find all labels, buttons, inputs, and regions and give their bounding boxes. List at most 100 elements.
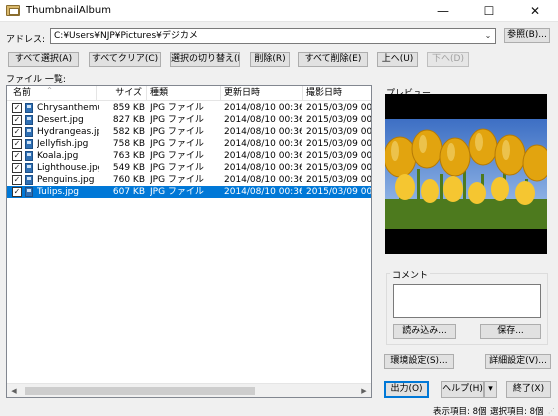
environment-settings-button[interactable]: 環境設定(S)... [384, 354, 454, 369]
row-checkbox[interactable]: ✓ [12, 127, 22, 137]
preview-image [385, 119, 547, 229]
scroll-left-icon[interactable]: ◀ [7, 384, 21, 397]
close-button[interactable]: ✕ [512, 0, 558, 22]
cell-taken: 2015/03/09 00:00:0 [306, 175, 372, 185]
select-all-button[interactable]: すべて選択(A) [8, 52, 79, 67]
address-combobox[interactable]: C:¥Users¥NJP¥Pictures¥デジカメ ⌄ [50, 28, 496, 44]
load-comment-button[interactable]: 読み込み... [393, 324, 456, 339]
cell-type: JPG ファイル [150, 115, 204, 125]
cell-name: Jellyfish.jpg [37, 139, 89, 149]
comment-textarea[interactable] [393, 284, 541, 318]
row-checkbox[interactable]: ✓ [12, 151, 22, 161]
image-file-icon [25, 115, 33, 125]
cell-type: JPG ファイル [150, 151, 204, 161]
cell-type: JPG ファイル [150, 163, 204, 173]
cell-taken: 2015/03/09 00:00:0 [306, 163, 372, 173]
image-file-icon [25, 187, 33, 197]
cell-type: JPG ファイル [150, 139, 204, 149]
cell-size: 763 KB [112, 151, 145, 161]
cell-size: 758 KB [112, 139, 145, 149]
toggle-selection-button[interactable]: 選択の切り替え(I) [170, 52, 240, 67]
cell-taken: 2015/03/09 00:00:0 [306, 139, 372, 149]
cell-type: JPG ファイル [150, 187, 204, 197]
file-list[interactable]: ^ 名前 サイズ 種類 更新日時 撮影日時 ✓ Chrysanthemu... 85… [6, 85, 372, 398]
table-row[interactable]: ✓ Penguins.jpg 760 KB JPG ファイル 2014/08/10 00… [7, 174, 371, 186]
image-file-icon [25, 103, 33, 113]
display-count: 表示項目: 8個 [433, 407, 487, 416]
row-checkbox[interactable]: ✓ [12, 175, 22, 185]
delete-all-button[interactable]: すべて削除(E) [298, 52, 368, 67]
image-file-icon [25, 175, 33, 185]
cell-modified: 2014/08/10 00:36:09 [224, 175, 302, 185]
preview-pane [385, 94, 547, 254]
cell-size: 549 KB [112, 163, 145, 173]
row-checkbox[interactable]: ✓ [12, 139, 22, 149]
horizontal-scrollbar[interactable]: ◀ ▶ [7, 383, 371, 397]
cell-size: 607 KB [112, 187, 145, 197]
column-header-size[interactable]: サイズ [97, 86, 147, 101]
cell-size: 859 KB [112, 103, 145, 113]
browse-button[interactable]: 参照(B)... [504, 28, 550, 43]
minimize-button[interactable]: — [420, 0, 466, 22]
cell-size: 760 KB [112, 175, 145, 185]
table-row[interactable]: ✓ Lighthouse.jpg 549 KB JPG ファイル 2014/08/10 … [7, 162, 371, 174]
cell-taken: 2015/03/09 00:00:0 [306, 151, 372, 161]
cell-type: JPG ファイル [150, 127, 204, 137]
sort-up-icon: ^ [47, 87, 53, 94]
column-header-name[interactable]: ^ 名前 [7, 86, 97, 101]
cell-modified: 2014/08/10 00:36:09 [224, 103, 302, 113]
column-header-modified[interactable]: 更新日時 [221, 86, 303, 101]
move-down-button[interactable]: 下へ(D) [427, 52, 469, 67]
selected-count: 選択項目: 8個 [490, 407, 544, 416]
cell-type: JPG ファイル [150, 175, 204, 185]
row-checkbox[interactable]: ✓ [12, 103, 22, 113]
cell-taken: 2015/03/09 00:00:0 [306, 115, 372, 125]
table-row[interactable]: ✓ Koala.jpg 763 KB JPG ファイル 2014/08/10 00:36… [7, 150, 371, 162]
image-file-icon [25, 139, 33, 149]
window-title: ThumbnailAlbum [26, 5, 111, 16]
table-row[interactable]: ✓ Tulips.jpg 607 KB JPG ファイル 2014/08/10 00:3… [7, 186, 371, 198]
help-button[interactable]: ヘルプ(H) [441, 381, 484, 398]
help-dropdown-icon[interactable]: ▾ [484, 381, 497, 398]
image-file-icon [25, 163, 33, 173]
file-list-header: ^ 名前 サイズ 種類 更新日時 撮影日時 [7, 86, 371, 101]
clear-all-button[interactable]: すべてクリア(C) [89, 52, 161, 67]
title-bar[interactable]: ThumbnailAlbum — ☐ ✕ [0, 0, 558, 22]
table-row[interactable]: ✓ Hydrangeas.jpg 582 KB JPG ファイル 2014/08/10 … [7, 126, 371, 138]
column-header-taken[interactable]: 撮影日時 [303, 86, 371, 101]
detail-settings-button[interactable]: 詳細設定(V)... [485, 354, 551, 369]
table-row[interactable]: ✓ Chrysanthemu... 859 KB JPG ファイル 2014/08/10… [7, 102, 371, 114]
cell-name: Koala.jpg [37, 151, 79, 161]
resize-grip-icon[interactable]: ⋰ [548, 407, 556, 415]
exit-button[interactable]: 終了(X) [506, 381, 551, 398]
cell-taken: 2015/03/09 00:00:0 [306, 103, 372, 113]
table-row[interactable]: ✓ Desert.jpg 827 KB JPG ファイル 2014/08/10 00:3… [7, 114, 371, 126]
cell-taken: 2015/03/09 00:00:0 [306, 187, 372, 197]
delete-button[interactable]: 削除(R) [250, 52, 290, 67]
table-row[interactable]: ✓ Jellyfish.jpg 758 KB JPG ファイル 2014/08/10 0… [7, 138, 371, 150]
output-button[interactable]: 出力(O) [384, 381, 429, 398]
move-up-button[interactable]: 上へ(U) [377, 52, 418, 67]
maximize-button[interactable]: ☐ [466, 0, 512, 22]
save-comment-button[interactable]: 保存... [480, 324, 541, 339]
cell-size: 582 KB [112, 127, 145, 137]
address-value: C:¥Users¥NJP¥Pictures¥デジカメ [54, 31, 198, 41]
column-header-type[interactable]: 種類 [147, 86, 221, 101]
cell-name: Chrysanthemu... [37, 103, 99, 113]
row-checkbox[interactable]: ✓ [12, 163, 22, 173]
row-checkbox[interactable]: ✓ [12, 115, 22, 125]
image-file-icon [25, 151, 33, 161]
cell-modified: 2014/08/10 00:36:09 [224, 151, 302, 161]
address-label: アドレス: [6, 35, 46, 45]
row-checkbox[interactable]: ✓ [12, 187, 22, 197]
scroll-right-icon[interactable]: ▶ [357, 384, 371, 397]
cell-modified: 2014/08/10 00:36:09 [224, 163, 302, 173]
file-list-label: ファイル 一覧: [6, 75, 66, 85]
cell-name: Hydrangeas.jpg [37, 127, 99, 137]
scrollbar-thumb[interactable] [25, 387, 255, 395]
cell-taken: 2015/03/09 00:00:0 [306, 127, 372, 137]
cell-name: Desert.jpg [37, 115, 84, 125]
cell-modified: 2014/08/10 00:36:09 [224, 139, 302, 149]
chevron-down-icon[interactable]: ⌄ [481, 29, 495, 43]
cell-size: 827 KB [112, 115, 145, 125]
